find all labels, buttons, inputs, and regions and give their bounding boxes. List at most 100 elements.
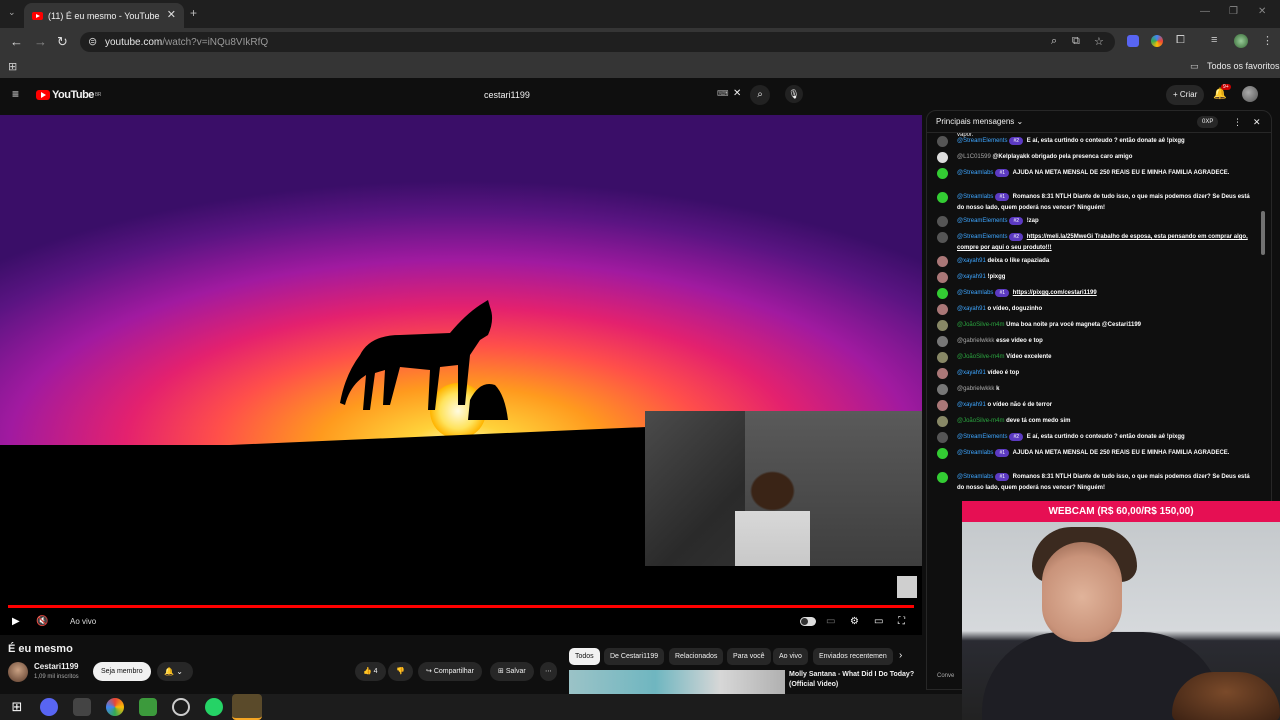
chat-message[interactable]: @StreamElements #2 https://meli.la/25MweG… <box>937 232 1257 254</box>
chat-author-name[interactable]: @Streamlabs <box>957 290 993 296</box>
chat-author-name[interactable]: @StreamElements <box>957 218 1007 224</box>
chat-message[interactable]: @JoãoSilve-m4m Uma boa noite pra você ma… <box>937 320 1257 331</box>
chat-author-name[interactable]: @L1C01599 <box>957 154 991 160</box>
site-info-icon[interactable]: ⊜ <box>88 35 97 48</box>
chat-author-name[interactable]: @xayah91 <box>957 306 986 312</box>
related-video-thumbnail[interactable] <box>569 670 785 694</box>
chat-author-name[interactable]: @StreamElements <box>957 434 1007 440</box>
chip-channel[interactable]: De Cestari1199 <box>604 648 665 665</box>
chat-author-avatar[interactable] <box>937 168 948 179</box>
chat-author-name[interactable]: @xayah91 <box>957 274 986 280</box>
chat-author-avatar[interactable] <box>937 232 948 243</box>
chat-author-avatar[interactable] <box>937 368 948 379</box>
chat-author-name[interactable]: @Streamlabs <box>957 450 993 456</box>
discord-icon[interactable] <box>40 698 58 716</box>
chat-message[interactable]: @xayah91 o vídeo, doguzinho <box>937 304 1257 315</box>
chat-author-avatar[interactable] <box>937 320 948 331</box>
mute-icon[interactable]: 🔇 <box>36 616 48 627</box>
extension-chrome-icon[interactable] <box>1151 35 1163 47</box>
channel-name[interactable]: Cestari1199 <box>34 662 78 671</box>
chat-author-avatar[interactable] <box>937 432 948 443</box>
chat-footer[interactable]: Conve <box>937 673 954 679</box>
chat-author-avatar[interactable] <box>937 152 948 163</box>
chat-author-avatar[interactable] <box>937 288 948 299</box>
chat-message[interactable]: @Streamlabs #1 Romanos 8:31 NTLH Diante d… <box>937 472 1257 494</box>
profile-avatar[interactable] <box>1234 34 1248 48</box>
chrome-icon[interactable] <box>106 698 124 716</box>
chat-menu-icon[interactable]: ⋮ <box>1233 111 1242 133</box>
youtube-logo[interactable]: YouTube BR <box>36 89 101 101</box>
chat-author-name[interactable]: @JoãoSilve-m4m <box>957 418 1004 424</box>
chip-related[interactable]: Relacionados <box>669 648 724 665</box>
chat-author-avatar[interactable] <box>937 336 948 347</box>
chat-author-name[interactable]: @xayah91 <box>957 370 986 376</box>
chat-message[interactable]: @gabrielwkkk k <box>937 384 1257 395</box>
create-button[interactable]: + Criar <box>1166 85 1205 105</box>
autoplay-toggle[interactable] <box>800 617 816 626</box>
channel-avatar[interactable] <box>8 662 28 682</box>
related-video-title[interactable]: Molly Santana - What Did I Do Today? (Of… <box>789 670 919 690</box>
chat-mode-selector[interactable]: Principais mensagens <box>936 117 1014 126</box>
chat-author-avatar[interactable] <box>937 256 948 267</box>
chat-message[interactable]: @StreamElements #2 E aí, esta curtindo o … <box>937 136 1257 147</box>
video-player[interactable]: ▶ 🔇 Ao vivo ▭ ⚙ ▭ ⛶ <box>0 115 922 635</box>
account-avatar[interactable] <box>1242 86 1258 102</box>
live-indicator[interactable]: Ao vivo <box>70 617 96 626</box>
dislike-button[interactable]: 👎 <box>388 662 413 681</box>
like-button[interactable]: 👍 4 <box>355 662 386 681</box>
chat-author-name[interactable]: @StreamElements <box>957 234 1007 240</box>
browser-menu-icon[interactable]: ⋮ <box>1262 34 1273 47</box>
chip-recent[interactable]: Enviados recentemen <box>813 648 893 665</box>
extension-icon[interactable] <box>1127 35 1139 47</box>
chat-message[interactable]: @xayah91 vídeo é top <box>937 368 1257 379</box>
search-input[interactable]: cestari1199 ⌨ ✕ <box>477 85 747 105</box>
join-button[interactable]: Seja membro <box>93 662 151 681</box>
new-tab-icon[interactable]: + <box>190 6 197 20</box>
install-icon[interactable]: ⧉ <box>1072 35 1080 48</box>
chat-author-avatar[interactable] <box>937 400 948 411</box>
subtitles-icon[interactable]: ▭ <box>826 616 835 627</box>
chip-live[interactable]: Ao vivo <box>773 648 808 665</box>
chat-message[interactable]: @StreamElements #2 !zap <box>937 216 1257 227</box>
chat-author-name[interactable]: @gabrielwkkk <box>957 386 994 392</box>
close-tab-icon[interactable]: ✕ <box>167 8 176 21</box>
forward-icon[interactable]: → <box>34 34 47 49</box>
chat-close-icon[interactable]: ✕ <box>1253 111 1261 133</box>
chat-author-avatar[interactable] <box>937 472 948 483</box>
more-actions-button[interactable]: ⋯ <box>540 662 557 681</box>
chips-next-icon[interactable]: › <box>899 650 902 661</box>
chat-author-name[interactable]: @StreamElements <box>957 138 1007 144</box>
chat-message[interactable]: @Streamlabs #1 AJUDA NA META MENSAL DE 25… <box>937 448 1257 459</box>
chip-for-you[interactable]: Para você <box>727 648 771 665</box>
whatsapp-icon[interactable] <box>205 698 223 716</box>
chat-message[interactable]: @gabrielwkkk esse video e top <box>937 336 1257 347</box>
back-icon[interactable]: ← <box>10 34 23 49</box>
chat-message[interactable]: @JoãoSilve-m4m deve tá com medo sim <box>937 416 1257 427</box>
save-button[interactable]: ⊞ Salvar <box>490 662 534 681</box>
active-app-icon[interactable] <box>232 694 262 720</box>
obs-icon[interactable] <box>172 698 190 716</box>
chat-message[interactable]: @JoãoSilve-m4m Vídeo excelente <box>937 352 1257 363</box>
android-icon[interactable] <box>139 698 157 716</box>
chat-author-name[interactable]: @Streamlabs <box>957 194 993 200</box>
chat-author-avatar[interactable] <box>937 416 948 427</box>
search-button[interactable]: ⌕ <box>750 85 770 105</box>
theater-mode-icon[interactable]: ▭ <box>874 616 883 627</box>
voice-search-button[interactable]: 🎙 <box>785 85 803 103</box>
chat-author-avatar[interactable] <box>937 192 948 203</box>
chat-author-avatar[interactable] <box>937 384 948 395</box>
chat-author-avatar[interactable] <box>937 136 948 147</box>
terminal-icon[interactable] <box>73 698 91 716</box>
chat-author-avatar[interactable] <box>937 352 948 363</box>
address-bar[interactable]: youtube.com/watch?v=iNQu8VIkRfQ <box>80 32 1115 52</box>
chat-message[interactable]: @Streamlabs #1 Romanos 8:31 NTLH Diante d… <box>937 192 1257 214</box>
all-bookmarks-label[interactable]: Todos os favoritos <box>1207 61 1280 71</box>
chat-message[interactable]: @Streamlabs #1 https://pixgg.com/cestari1… <box>937 288 1257 299</box>
chat-author-name[interactable]: @JoãoSilve-m4m <box>957 354 1004 360</box>
window-close-icon[interactable]: ✕ <box>1258 6 1266 17</box>
chat-author-name[interactable]: @Streamlabs <box>957 474 993 480</box>
chat-message[interactable]: @xayah91 !pixgg <box>937 272 1257 283</box>
chat-message[interactable]: @Streamlabs #1 AJUDA NA META MENSAL DE 25… <box>937 168 1257 179</box>
chat-author-name[interactable]: @gabrielwkkk <box>957 338 994 344</box>
chat-author-avatar[interactable] <box>937 272 948 283</box>
